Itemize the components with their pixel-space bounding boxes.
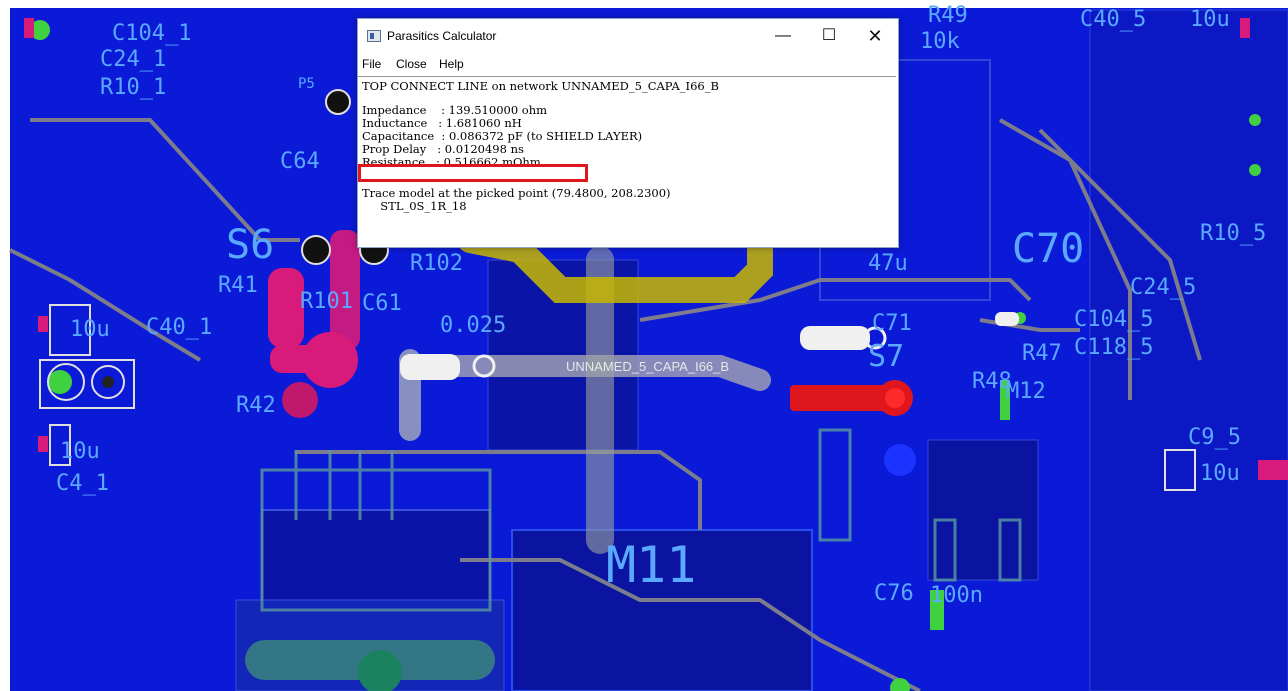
label-c40-5: C40_5 bbox=[1080, 7, 1146, 32]
label-c76: C76 bbox=[874, 581, 914, 606]
red-pad bbox=[790, 380, 913, 416]
title-bar[interactable]: Parasitics Calculator — ☐ ✕ bbox=[358, 19, 898, 53]
label-r102: R102 bbox=[410, 251, 463, 276]
close-window-button[interactable]: ✕ bbox=[852, 19, 898, 53]
label-val-47u: 47u bbox=[868, 251, 908, 276]
menu-close[interactable]: Close bbox=[396, 57, 427, 71]
label-r101: R101 bbox=[300, 289, 353, 314]
label-val-10k: 10k bbox=[920, 29, 960, 54]
minimize-button[interactable]: — bbox=[760, 19, 806, 53]
parasitics-calculator-window: Parasitics Calculator — ☐ ✕ File Close H… bbox=[357, 18, 899, 248]
menu-bar: File Close Help bbox=[358, 54, 898, 74]
impedance-line: Impedance : 139.510000 ohm bbox=[362, 103, 548, 117]
result-header: TOP CONNECT LINE on network UNNAMED_5_CA… bbox=[362, 79, 719, 93]
label-c104-1: C104_1 bbox=[112, 21, 191, 46]
label-c40-1: C40_1 bbox=[146, 315, 212, 340]
trace-model-name: STL_0S_1R_18 bbox=[362, 199, 467, 213]
trace-model-line: Trace model at the picked point (79.4800… bbox=[362, 186, 671, 200]
label-c118-5: C118_5 bbox=[1074, 335, 1153, 360]
label-m11: M11 bbox=[606, 536, 696, 594]
label-c4-1: C4_1 bbox=[56, 471, 109, 496]
menu-file[interactable]: File bbox=[362, 57, 381, 71]
label-c71: C71 bbox=[872, 311, 912, 336]
label-r49: R49 bbox=[928, 3, 968, 28]
label-m12: M12 bbox=[1006, 379, 1046, 404]
menu-help[interactable]: Help bbox=[439, 57, 464, 71]
label-s7: S7 bbox=[868, 339, 904, 374]
label-val-10u-b: 10u bbox=[60, 439, 100, 464]
inductance-line: Inductance : 1.681060 nH bbox=[362, 116, 522, 130]
capacitance-line: Capacitance : 0.086372 pF (to SHIELD LAY… bbox=[362, 129, 643, 143]
label-val-10u-a: 10u bbox=[70, 317, 110, 342]
label-s6: S6 bbox=[226, 222, 274, 268]
label-c61: C61 bbox=[362, 291, 402, 316]
resistance-highlight-box bbox=[358, 164, 588, 182]
label-r42: R42 bbox=[236, 393, 276, 418]
net-label: UNNAMED_5_CAPA_I66_B bbox=[566, 359, 729, 374]
label-c9-5: C9_5 bbox=[1188, 425, 1241, 450]
prop-delay-line: Prop Delay : 0.0120498 ns bbox=[362, 142, 524, 156]
label-c104-5: C104_5 bbox=[1074, 307, 1153, 332]
maximize-button[interactable]: ☐ bbox=[806, 19, 852, 53]
window-title: Parasitics Calculator bbox=[387, 29, 497, 43]
app-icon bbox=[367, 30, 381, 42]
board-edge-left bbox=[0, 0, 10, 691]
label-r10-5: R10_5 bbox=[1200, 221, 1266, 246]
label-c24-5: C24_5 bbox=[1130, 275, 1196, 300]
label-r10-1: R10_1 bbox=[100, 75, 166, 100]
label-r41: R41 bbox=[218, 273, 258, 298]
label-val-10u-d: 10u bbox=[1200, 461, 1240, 486]
label-r47: R47 bbox=[1022, 341, 1062, 366]
label-val-025: 0.025 bbox=[440, 313, 506, 338]
results-text-area[interactable]: TOP CONNECT LINE on network UNNAMED_5_CA… bbox=[358, 76, 896, 246]
label-p5: P5 bbox=[298, 76, 315, 92]
label-c64: C64 bbox=[280, 149, 320, 174]
label-val-10u-c: 10u bbox=[1190, 7, 1230, 32]
label-val-100n: 100n bbox=[930, 583, 983, 608]
label-c24-1: C24_1 bbox=[100, 47, 166, 72]
label-c70: C70 bbox=[1012, 226, 1084, 272]
